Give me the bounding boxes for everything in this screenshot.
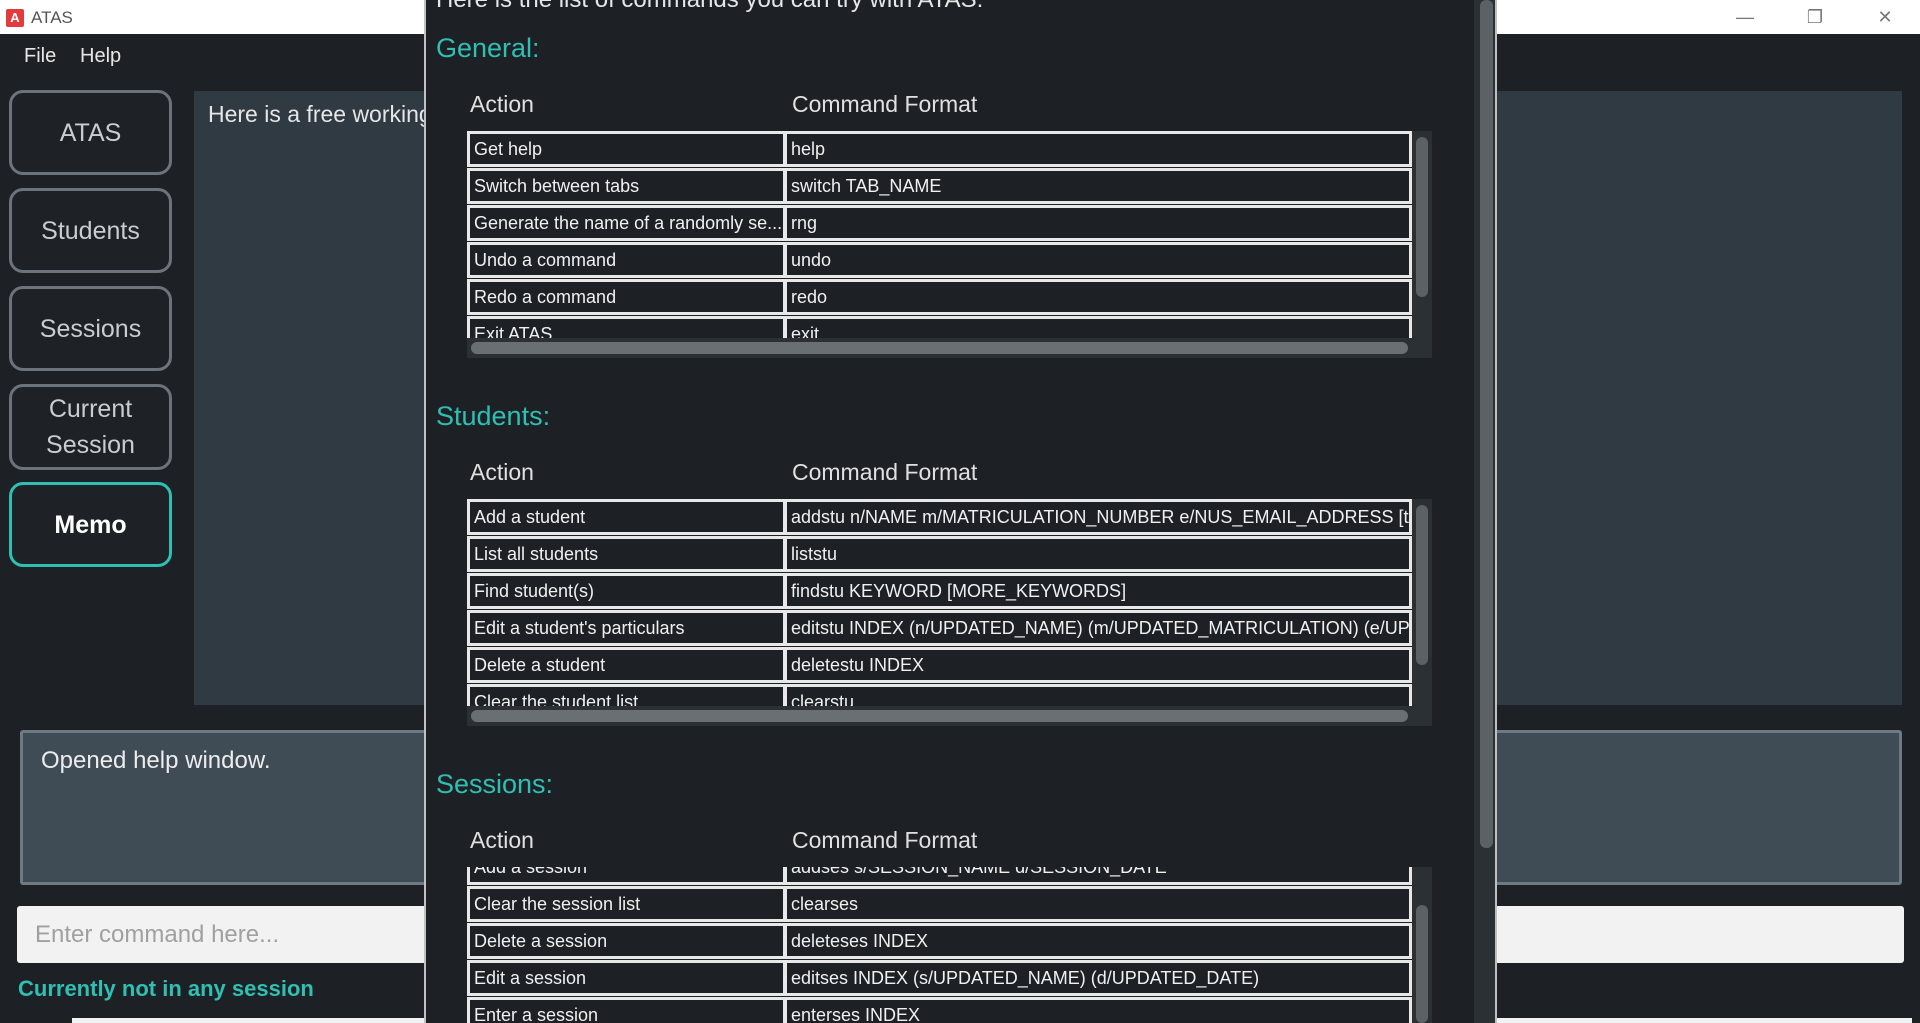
column-header-action: Action <box>470 459 534 485</box>
tab-current-session[interactable]: Current Session <box>9 384 172 470</box>
tab-label: Current Session <box>46 395 135 459</box>
tab-memo[interactable]: Memo <box>9 482 172 567</box>
table-row[interactable]: Generate the name of a randomly se... rng <box>467 205 1412 243</box>
scroll-thumb[interactable] <box>471 710 1408 722</box>
tab-sessions[interactable]: Sessions <box>9 286 172 371</box>
format-cell: liststu <box>784 536 1412 572</box>
help-scrollbar[interactable] <box>1474 0 1495 1023</box>
action-cell: Generate the name of a randomly se... <box>467 205 786 241</box>
format-cell: editses INDEX (s/UPDATED_NAME) (d/UPDATE… <box>784 960 1412 996</box>
format-cell: undo <box>784 242 1412 278</box>
action-cell: Delete a student <box>467 647 786 683</box>
help-intro: Here is the list of commands you can try… <box>436 0 983 14</box>
sessions-command-table: Add a session addses s/SESSION_NAME d/SES… <box>467 867 1432 1023</box>
table-vertical-scrollbar[interactable] <box>1412 499 1432 706</box>
tab-label: Students <box>41 216 140 245</box>
format-cell: editstu INDEX (n/UPDATED_NAME) (m/UPDATE… <box>784 610 1412 646</box>
table-row[interactable]: Undo a command undo <box>467 242 1412 280</box>
app-icon: A <box>6 9 24 27</box>
tab-label: Memo <box>54 510 127 539</box>
format-cell: addses s/SESSION_NAME d/SESSION_DATE <box>784 867 1412 885</box>
format-cell: clearstu <box>784 684 1412 706</box>
format-cell: deletestu INDEX <box>784 647 1412 683</box>
format-cell: addstu n/NAME m/MATRICULATION_NUMBER e/N… <box>784 499 1412 535</box>
help-window: Here is the list of commands you can try… <box>424 0 1497 1023</box>
action-cell: Clear the session list <box>467 886 786 922</box>
restore-icon[interactable]: ❐ <box>1780 0 1850 34</box>
table-row[interactable]: Clear the student list clearstu <box>467 684 1412 706</box>
students-command-table: Add a student addstu n/NAME m/MATRICULATI… <box>467 499 1432 729</box>
tab-label: Sessions <box>39 314 142 343</box>
format-cell: deleteses INDEX <box>784 923 1412 959</box>
action-cell: Exit ATAS <box>467 316 786 338</box>
result-message: Opened help window. <box>41 747 271 774</box>
table-row[interactable]: Redo a command redo <box>467 279 1412 317</box>
action-cell: Edit a student's particulars <box>467 610 786 646</box>
action-cell: Redo a command <box>467 279 786 315</box>
action-cell: Switch between tabs <box>467 168 786 204</box>
scroll-thumb[interactable] <box>1416 505 1428 665</box>
section-title-sessions: Sessions: <box>436 769 554 799</box>
memo-text: Here is a free working <box>208 101 432 127</box>
table-row[interactable]: Delete a session deleteses INDEX <box>467 923 1412 961</box>
table-row[interactable]: Delete a student deletestu INDEX <box>467 647 1412 685</box>
action-cell: Clear the student list <box>467 684 786 706</box>
menu-help[interactable]: Help <box>80 45 121 68</box>
format-cell: switch TAB_NAME <box>784 168 1412 204</box>
column-header-action: Action <box>470 91 534 117</box>
format-cell: enterses INDEX <box>784 997 1412 1023</box>
action-cell: Add a session <box>467 867 786 885</box>
tab-label: ATAS <box>59 118 122 147</box>
action-cell: Edit a session <box>467 960 786 996</box>
scroll-thumb[interactable] <box>471 342 1408 354</box>
format-cell: help <box>784 131 1412 167</box>
action-cell: Find student(s) <box>467 573 786 609</box>
minimize-icon[interactable]: — <box>1710 0 1780 34</box>
atas-app: A ATAS — ❐ ✕ File Help ATAS Students Ses… <box>0 0 1920 1023</box>
scroll-thumb[interactable] <box>1416 137 1428 297</box>
section-title-students: Students: <box>436 401 551 431</box>
table-horizontal-scrollbar[interactable] <box>467 338 1432 358</box>
table-row[interactable]: Switch between tabs switch TAB_NAME <box>467 168 1412 206</box>
table-row[interactable]: Exit ATAS exit <box>467 316 1412 338</box>
table-vertical-scrollbar[interactable] <box>1412 131 1432 338</box>
format-cell: findstu KEYWORD [MORE_KEYWORDS] <box>784 573 1412 609</box>
column-header-format: Command Format <box>792 91 978 117</box>
action-cell: Delete a session <box>467 923 786 959</box>
format-cell: redo <box>784 279 1412 315</box>
action-cell: Add a student <box>467 499 786 535</box>
action-cell: Enter a session <box>467 997 786 1023</box>
table-horizontal-scrollbar[interactable] <box>467 706 1432 726</box>
column-header-format: Command Format <box>792 459 978 485</box>
table-row[interactable]: Add a student addstu n/NAME m/MATRICULATI… <box>467 499 1412 537</box>
action-cell: Get help <box>467 131 786 167</box>
format-cell: exit <box>784 316 1412 338</box>
section-title-general: General: <box>436 33 540 63</box>
column-header-format: Command Format <box>792 827 978 853</box>
menu-file[interactable]: File <box>24 45 56 68</box>
table-row[interactable]: Enter a session enterses INDEX <box>467 997 1412 1023</box>
table-row[interactable]: Clear the session list clearses <box>467 886 1412 924</box>
action-cell: List all students <box>467 536 786 572</box>
table-row[interactable]: Add a session addses s/SESSION_NAME d/SES… <box>467 867 1412 887</box>
table-row[interactable]: Find student(s) findstu KEYWORD [MORE_KEY… <box>467 573 1412 611</box>
format-cell: clearses <box>784 886 1412 922</box>
format-cell: rng <box>784 205 1412 241</box>
tab-atas[interactable]: ATAS <box>9 90 172 175</box>
close-icon[interactable]: ✕ <box>1850 0 1920 34</box>
session-status: Currently not in any session <box>18 976 314 1001</box>
scroll-thumb[interactable] <box>1480 0 1493 848</box>
table-row[interactable]: Edit a session editses INDEX (s/UPDATED_N… <box>467 960 1412 998</box>
table-vertical-scrollbar[interactable] <box>1412 867 1432 1023</box>
column-header-action: Action <box>470 827 534 853</box>
action-cell: Undo a command <box>467 242 786 278</box>
scroll-thumb[interactable] <box>1416 905 1428 1023</box>
window-title: ATAS <box>31 8 73 27</box>
table-row[interactable]: List all students liststu <box>467 536 1412 574</box>
general-command-table: Get help help Switch between tabs switch T… <box>467 131 1432 361</box>
table-row[interactable]: Get help help <box>467 131 1412 169</box>
tab-students[interactable]: Students <box>9 188 172 273</box>
table-row[interactable]: Edit a student's particulars editstu INDE… <box>467 610 1412 648</box>
